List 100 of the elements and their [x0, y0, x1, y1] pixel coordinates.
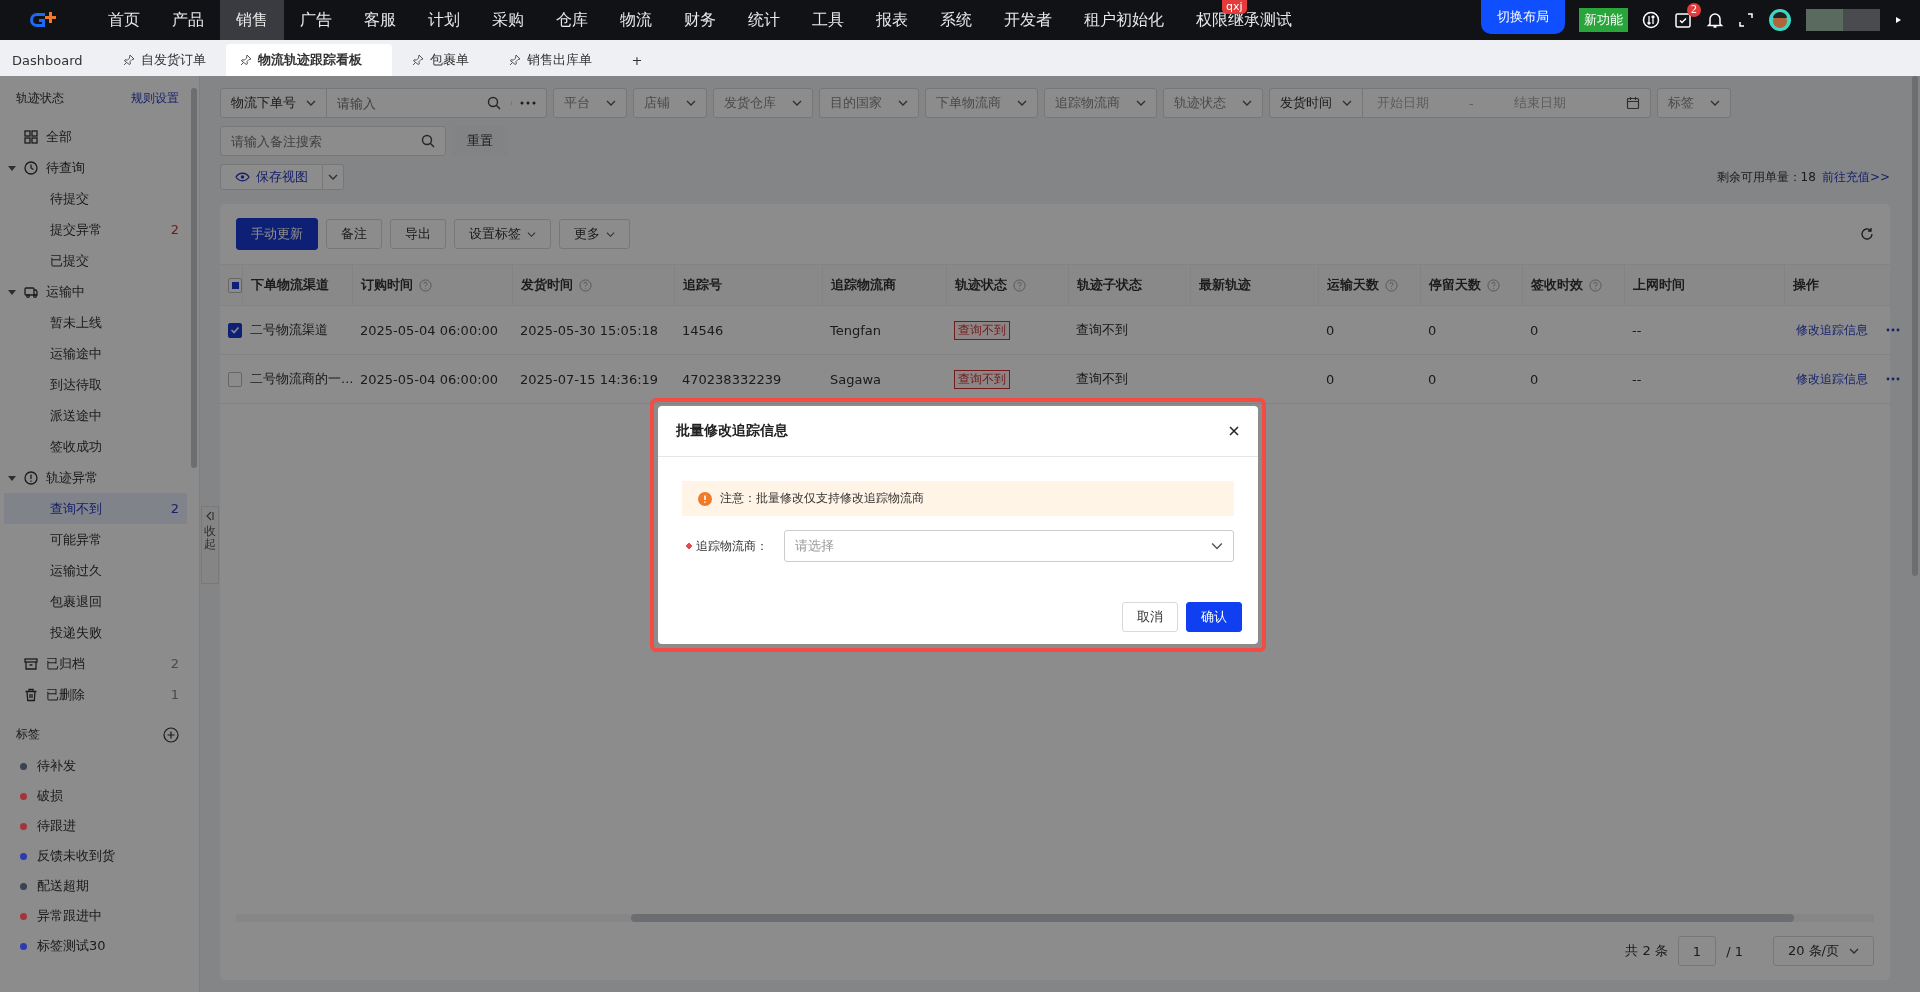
cancel-button[interactable]: 取消 [1122, 602, 1178, 632]
expand-caret-icon[interactable] [8, 473, 16, 482]
nav-menu-item[interactable]: 物流 [604, 0, 668, 40]
confirm-button[interactable]: 确认 [1186, 602, 1242, 632]
carrier-select[interactable]: 请选择 [784, 530, 1234, 562]
toolbar-button[interactable]: 手动更新 [236, 218, 318, 250]
page-tab[interactable]: 自发货订单 [102, 44, 226, 76]
tag-select[interactable]: 标签 [1656, 88, 1731, 118]
filter-select[interactable]: 发货仓库 [713, 88, 813, 118]
scrollbar-thumb[interactable] [631, 914, 1794, 922]
nav-menu-item[interactable]: 计划 [412, 0, 476, 40]
tree-item[interactable]: 包裹退回 [4, 586, 187, 617]
tree-item[interactable]: 已删除 1 [4, 679, 187, 710]
tree-item[interactable]: 可能异常 [4, 524, 187, 555]
nav-menu-item[interactable]: 销售 [220, 0, 284, 40]
tree-item[interactable]: 轨迹异常 [4, 462, 187, 493]
nav-menu-item[interactable]: 财务 [668, 0, 732, 40]
tag-item[interactable]: 配送超期 [4, 871, 187, 901]
note-search-input[interactable]: 请输入备注搜索 [221, 133, 421, 149]
tag-item[interactable]: 待跟进 [4, 811, 187, 841]
recharge-link[interactable]: 前往充值>> [1821, 168, 1890, 186]
search-icon[interactable] [421, 134, 435, 148]
tree-item[interactable]: 待查询 [4, 152, 187, 183]
notification-bell-icon[interactable] [1706, 11, 1724, 29]
tree-item[interactable]: 运输过久 [4, 555, 187, 586]
nav-menu-item[interactable]: 报表 [860, 0, 924, 40]
tree-item[interactable]: 派送途中 [4, 400, 187, 431]
select-all-checkbox[interactable] [228, 277, 242, 293]
pin-icon[interactable] [239, 54, 252, 66]
page-tab[interactable]: Dashboard [0, 44, 103, 76]
tree-item[interactable]: 到达待取 [4, 369, 187, 400]
close-icon[interactable] [1228, 425, 1240, 437]
edit-tracking-link[interactable]: 修改追踪信息 [1796, 370, 1868, 388]
nav-menu-item[interactable]: 首页 [92, 0, 156, 40]
nav-menu-item[interactable]: 广告 [284, 0, 348, 40]
tag-item[interactable]: 破损 [4, 781, 187, 811]
sort-circle-icon[interactable] [1642, 11, 1660, 29]
refresh-icon[interactable] [1860, 227, 1874, 241]
nav-menu-item[interactable]: 客服 [348, 0, 412, 40]
pin-icon[interactable] [122, 54, 135, 66]
tag-item[interactable]: 反馈未收到货 [4, 841, 187, 871]
page-tab[interactable]: + [611, 44, 663, 76]
more-dots-icon[interactable] [511, 101, 536, 105]
tag-item[interactable]: 异常跟进中 [4, 901, 187, 931]
add-circle-icon[interactable] [163, 726, 179, 743]
filter-select[interactable]: 下单物流商 [925, 88, 1038, 118]
nav-menu-item[interactable]: 系统 [924, 0, 988, 40]
nav-menu-item[interactable]: 仓库 [540, 0, 604, 40]
tree-item[interactable]: 暂未上线 [4, 307, 187, 338]
tree-item[interactable]: 全部 [4, 121, 187, 152]
more-dots-icon[interactable] [1886, 328, 1900, 332]
filter-select[interactable]: 追踪物流商 [1044, 88, 1157, 118]
toolbar-button[interactable]: 设置标签 [454, 219, 551, 249]
tag-item[interactable]: 待补发 [4, 751, 187, 781]
nav-menu-item[interactable]: 统计 [732, 0, 796, 40]
calendar-icon[interactable] [1625, 96, 1640, 110]
more-dots-icon[interactable] [1886, 377, 1900, 381]
tree-item[interactable]: 已归档 2 [4, 648, 187, 679]
pin-icon[interactable] [411, 54, 424, 66]
filter-select[interactable]: 平台 [553, 88, 627, 118]
row-checkbox[interactable] [228, 371, 242, 387]
avatar-icon[interactable] [1768, 8, 1792, 32]
edit-tracking-link[interactable]: 修改追踪信息 [1796, 321, 1868, 339]
collapse-handle[interactable]: 收起 [201, 506, 219, 584]
note-search-field[interactable]: 请输入备注搜索 [220, 126, 446, 156]
expand-caret-icon[interactable] [8, 163, 16, 172]
tree-item[interactable]: 运输中 [4, 276, 187, 307]
toolbar-button[interactable]: 导出 [390, 219, 446, 249]
search-icon[interactable] [487, 96, 501, 110]
scrollbar-thumb[interactable] [191, 88, 197, 468]
nav-menu-item[interactable]: 采购 [476, 0, 540, 40]
page-size-select[interactable]: 20 条/页 [1772, 936, 1874, 966]
page-input[interactable]: 1 [1677, 936, 1717, 966]
tree-item[interactable]: 待提交 [4, 183, 187, 214]
tree-item[interactable]: 投递失败 [4, 617, 187, 648]
expand-caret-icon[interactable] [8, 287, 16, 296]
tree-item[interactable]: 已提交 [4, 245, 187, 276]
scrollbar-thumb[interactable] [1912, 76, 1918, 576]
filter-select[interactable]: 轨迹状态 [1163, 88, 1263, 118]
pin-icon[interactable] [508, 54, 521, 66]
row-checkbox[interactable] [228, 322, 242, 338]
toolbar-button[interactable]: 更多 [559, 219, 630, 249]
nav-menu-item[interactable]: 租户初始化 [1068, 0, 1180, 40]
switch-layout-button[interactable]: 切换布局 [1481, 0, 1565, 34]
filter-select[interactable]: 店铺 [633, 88, 707, 118]
tag-item[interactable]: 标签测试30 [4, 931, 187, 961]
toolbar-button[interactable]: 备注 [326, 219, 382, 249]
fullscreen-icon[interactable] [1738, 12, 1754, 28]
nav-menu-item[interactable]: 开发者 [988, 0, 1068, 40]
tree-item[interactable]: 签收成功 [4, 431, 187, 462]
task-check-icon[interactable] [1674, 11, 1692, 29]
filter-select[interactable]: 目的国家 [819, 88, 919, 118]
page-tab[interactable]: 包裹单 [391, 44, 489, 76]
rule-settings-link[interactable]: 规则设置 [131, 90, 179, 107]
caret-icon[interactable] [1894, 16, 1902, 24]
search-input[interactable]: 请输入 [327, 95, 487, 111]
page-tab[interactable]: 物流轨迹跟踪看板 [225, 44, 392, 76]
nav-menu-item[interactable]: 产品 [156, 0, 220, 40]
tree-item[interactable]: 运输途中 [4, 338, 187, 369]
tree-item[interactable]: 查询不到 2 [4, 493, 187, 524]
